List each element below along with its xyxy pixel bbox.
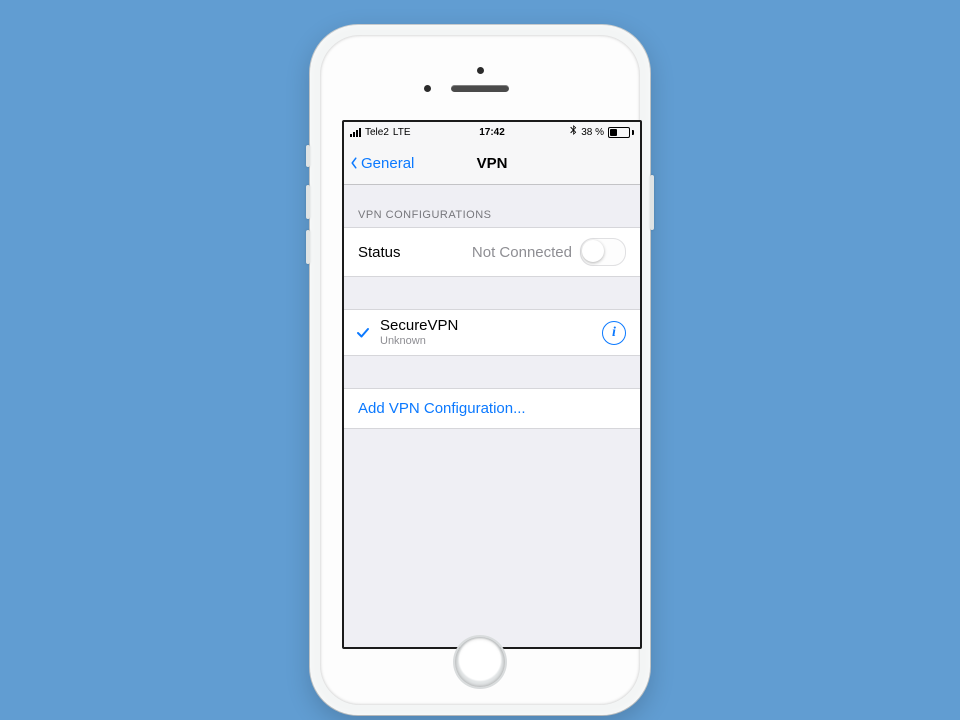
status-label: Status [358,244,401,261]
volume-up-button [306,185,310,219]
section-gap-2 [344,356,640,388]
carrier-label: Tele2 [365,127,389,138]
toggle-knob [582,240,604,262]
screen: Tele2 LTE 17:42 38 % [342,120,642,649]
back-button[interactable]: General [348,142,414,184]
bluetooth-icon [570,125,577,139]
vpn-status-toggle[interactable] [580,238,626,266]
config-info-button[interactable]: i [602,321,626,345]
volume-down-button [306,230,310,264]
section-header-vpn-configs: VPN CONFIGURATIONS [344,185,640,227]
phone-body: Tele2 LTE 17:42 38 % [310,25,650,715]
add-vpn-configuration-button[interactable]: Add VPN Configuration... [344,388,640,429]
network-type-label: LTE [393,127,411,138]
cellular-signal-icon [350,128,361,137]
back-label: General [361,155,414,172]
status-right: 38 % [570,125,634,139]
vpn-config-row[interactable]: SecureVPN Unknown i [344,309,640,356]
mute-switch [306,145,310,167]
stage: Tele2 LTE 17:42 38 % [0,0,960,720]
proximity-sensor [424,85,431,92]
info-icon: i [612,325,616,341]
earpiece-speaker [451,85,509,92]
section-gap [344,277,640,309]
power-button [650,175,654,230]
nav-title: VPN [477,155,508,172]
nav-bar: General VPN [344,142,640,185]
battery-percent-label: 38 % [581,127,604,138]
config-subtitle-label: Unknown [380,335,458,348]
status-row: Status Not Connected [344,227,640,277]
home-button[interactable] [455,637,505,687]
status-value: Not Connected [472,244,572,261]
front-camera [477,67,484,74]
selected-check-icon [354,324,372,342]
status-left: Tele2 LTE [350,127,411,138]
add-vpn-label: Add VPN Configuration... [358,400,526,417]
status-bar: Tele2 LTE 17:42 38 % [344,122,640,142]
chevron-left-icon [348,157,360,169]
config-name-label: SecureVPN [380,317,458,335]
phone-bezel: Tele2 LTE 17:42 38 % [320,35,640,705]
battery-icon [608,127,634,138]
